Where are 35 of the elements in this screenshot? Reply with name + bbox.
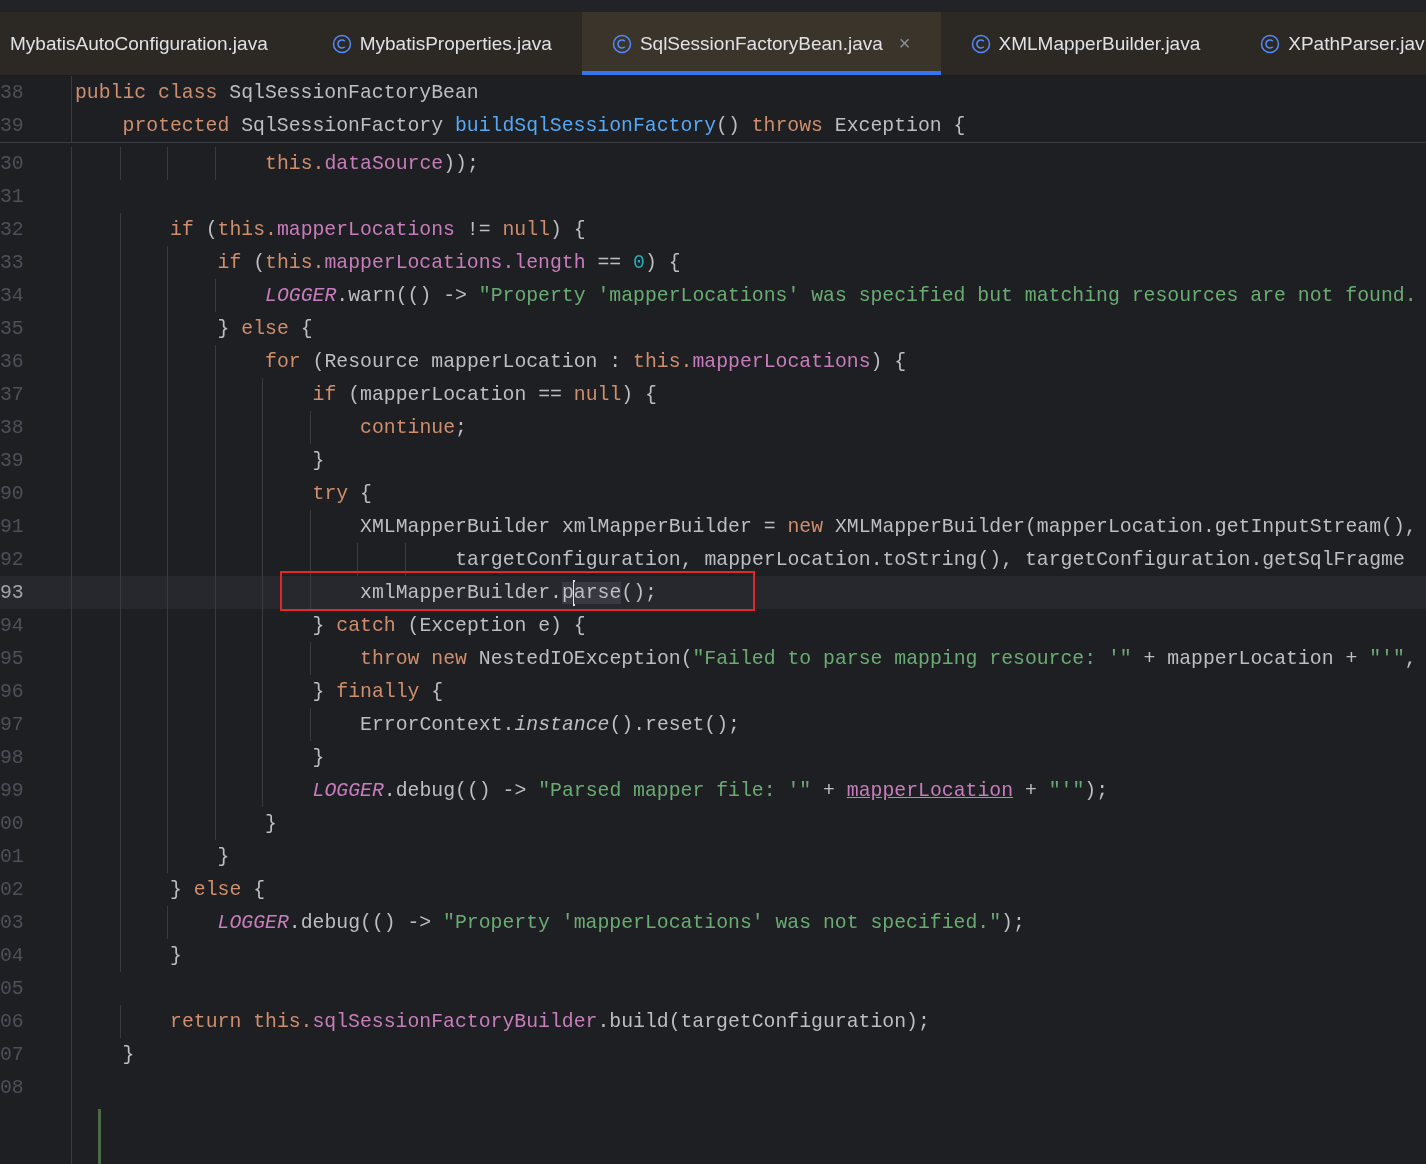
code-line: public class SqlSessionFactoryBean <box>75 81 479 104</box>
code-line: this.dataSource)); <box>265 152 479 175</box>
code-line: LOGGER.debug(() -> "Property 'mapperLocations' was not specified."); <box>217 911 1025 934</box>
code-line: if (mapperLocation == null) { <box>312 383 657 406</box>
code-line: protected SqlSessionFactory buildSqlSessionFactory() throws Exception { <box>122 114 966 137</box>
code-line: } catch (Exception e) { <box>312 614 586 637</box>
code-line: throw new NestedIOException("Failed to parse mapping resource: '" + mapperLocation + "'", <box>360 647 1417 670</box>
code-line: LOGGER.warn(() -> "Property 'mapperLocations' was specified but matching resources are not found. <box>265 284 1417 307</box>
code-line: } <box>265 812 277 835</box>
code-line: targetConfiguration, mapperLocation.toString(), targetConfiguration.getSqlFragme <box>455 548 1405 571</box>
code-line: xmlMapperBuilder.parse(); <box>360 579 657 606</box>
code-line: return this.sqlSessionFactoryBuilder.build(targetConfiguration); <box>170 1010 930 1033</box>
code-line: try { <box>312 482 372 505</box>
code-line: } else { <box>217 317 313 340</box>
code-line: ErrorContext.instance().reset(); <box>360 713 740 736</box>
code-line: if (this.mapperLocations.length == 0) { <box>217 251 681 274</box>
code-line: if (this.mapperLocations != null) { <box>170 218 586 241</box>
code-line: } <box>122 1043 135 1066</box>
line-number: 93 <box>0 581 25 604</box>
editor-tab[interactable]: MybatisAutoConfiguration.java <box>0 12 302 75</box>
code-line: for (Resource mapperLocation : this.mapperLocations) { <box>265 350 907 373</box>
code-line: } <box>312 746 325 769</box>
code-line: continue; <box>360 416 467 439</box>
code-line: LOGGER.debug(() -> "Parsed mapper file: '" + mapperLocation + "'"); <box>312 779 1108 802</box>
editor-tab[interactable]: XMLMapperBuilder.java <box>940 12 1231 75</box>
code-line: } else { <box>170 878 265 901</box>
editor-tab[interactable]: SqlSessionFactoryBean.java × <box>581 12 941 75</box>
code-line: } <box>170 944 182 967</box>
editor-tab[interactable]: XPathParser.jav <box>1230 12 1426 75</box>
close-icon[interactable]: × <box>898 32 911 55</box>
editor-tab[interactable]: MybatisProperties.java <box>301 12 582 75</box>
code-line: } <box>312 449 325 472</box>
code-line: } finally { <box>312 680 444 703</box>
code-line: XMLMapperBuilder xmlMapperBuilder = new XMLMapperBuilder(mapperLocation.getInputStream(), <box>360 515 1417 538</box>
code-line: } <box>217 845 230 868</box>
